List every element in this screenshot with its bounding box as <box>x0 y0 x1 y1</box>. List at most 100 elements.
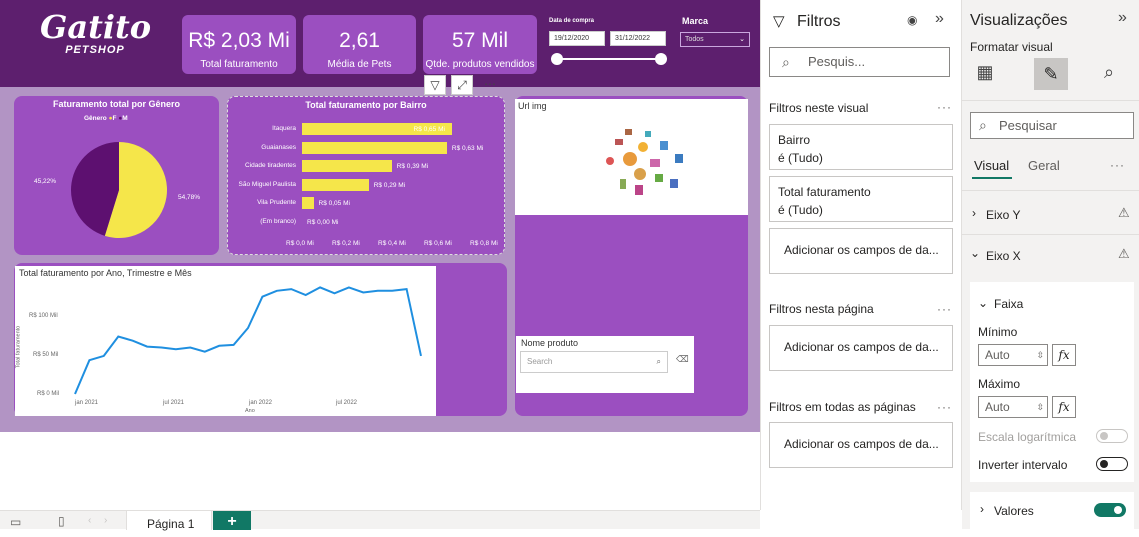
chevron-down-icon[interactable]: ⌄ <box>978 296 988 310</box>
product-slicer-title: Nome produto <box>521 338 579 348</box>
build-visual-icon[interactable]: ▦ <box>972 62 998 88</box>
collapse-filters-icon[interactable]: » <box>935 10 944 28</box>
more-options-icon[interactable]: ··· <box>937 100 952 114</box>
date-start-input[interactable]: 19/12/2020 <box>549 31 605 46</box>
toggle-knob <box>1114 506 1122 514</box>
all-pages-filters-heading: Filtros em todas as páginas <box>769 400 916 414</box>
date-end-input[interactable]: 31/12/2022 <box>610 31 666 46</box>
eraser-icon[interactable]: ⌫ <box>676 354 689 365</box>
add-visual-filter-dropzone[interactable]: Adicionar os campos de da... <box>769 228 953 274</box>
bar-title: Total faturamento por Bairro <box>305 100 427 110</box>
collapse-viz-icon[interactable]: » <box>1118 9 1127 27</box>
active-tab-underline <box>972 177 1012 179</box>
bar-category-label: Cidade tiradentes <box>245 162 296 169</box>
logo: Gatito PETSHOP <box>40 8 152 78</box>
product-search-input[interactable]: Search ⌕ <box>520 351 668 373</box>
pie-legend: Gênero ●F ●M <box>84 115 128 122</box>
x-tick: R$ 0,2 Mi <box>332 240 360 247</box>
kpi-card-pets[interactable]: 2,61 Média de Pets <box>303 15 416 74</box>
legend-m: M <box>122 115 128 122</box>
page-filters-heading: Filtros nesta página <box>769 302 874 316</box>
prev-page-icon[interactable]: ‹ <box>88 515 91 526</box>
section-eixo-x[interactable]: ⌄ Eixo X ⚠ <box>962 237 1139 273</box>
bar-data-label: R$ 0,65 Mi <box>413 126 445 133</box>
pie-title: Faturamento total por Gênero <box>52 99 180 109</box>
filter-field-name: Total faturamento <box>778 185 871 199</box>
bar[interactable] <box>302 160 392 172</box>
date-slicer-label: Data de compra <box>549 18 595 24</box>
filter-card-bairro[interactable]: Bairro é (Tudo) <box>769 124 953 170</box>
chevron-down-icon: ⌄ <box>970 246 981 260</box>
bar[interactable] <box>302 178 369 191</box>
filter-icon[interactable]: ▽ <box>424 75 446 95</box>
filter-pane-icon: ▽ <box>773 13 785 30</box>
legend-title: Gênero <box>84 115 107 122</box>
more-options-icon[interactable]: ··· <box>1110 158 1125 172</box>
next-page-icon[interactable]: › <box>104 515 107 526</box>
search-placeholder: Search <box>527 357 553 366</box>
section-eixo-y[interactable]: › Eixo Y ⚠ <box>962 196 1139 232</box>
add-all-pages-filter-dropzone[interactable]: Adicionar os campos de da... <box>769 422 953 468</box>
viz-search-input[interactable]: Pesquisar ⌕ <box>970 112 1134 139</box>
spinner-icon[interactable]: ⇳ <box>1036 345 1044 365</box>
kpi-value: 57 Mil <box>451 29 509 52</box>
pie-chart-panel[interactable]: Faturamento total por Gênero Gênero ●F ●… <box>14 96 219 255</box>
format-visual-icon[interactable]: ✎ <box>1034 58 1068 90</box>
more-options-icon[interactable]: ··· <box>937 400 952 414</box>
x-tick: R$ 0,0 Mi <box>286 240 314 247</box>
divider <box>962 190 1139 191</box>
kpi-card-products[interactable]: 57 Mil Qtde. produtos vendidos <box>423 15 537 74</box>
line-chart-visual[interactable]: Total faturamento por Ano, Trimestre e M… <box>15 266 436 416</box>
add-page-filter-dropzone[interactable]: Adicionar os campos de da... <box>769 325 953 371</box>
log-scale-label: Escala logarítmica <box>978 430 1077 444</box>
search-icon: ⌕ <box>979 117 987 133</box>
tab-general[interactable]: Geral <box>1028 158 1060 173</box>
legend-f: F <box>112 115 117 122</box>
bar-chart-panel[interactable]: Total faturamento por Bairro Itaquera R$ … <box>227 96 505 255</box>
filter-field-name: Bairro <box>778 133 811 147</box>
url-img-title: Url img <box>518 101 547 111</box>
valores-toggle[interactable] <box>1094 503 1126 517</box>
invert-toggle[interactable] <box>1096 457 1128 471</box>
tab-pagina-1[interactable]: Página 1 <box>126 511 212 531</box>
visual-filters-heading: Filtros neste visual <box>769 101 869 115</box>
divider <box>962 234 1139 235</box>
add-fields-text: Adicionar os campos de da... <box>784 243 939 257</box>
url-image-visual[interactable]: Url img <box>515 99 748 215</box>
tab-visual[interactable]: Visual <box>974 158 1009 173</box>
bar[interactable] <box>302 141 447 154</box>
invert-label: Inverter intervalo <box>978 458 1068 472</box>
brand-dropdown[interactable]: Todos ⌄ <box>680 32 750 47</box>
x-tick: R$ 0,4 Mi <box>378 240 406 247</box>
bar[interactable] <box>302 197 314 209</box>
date-slider-end-handle[interactable] <box>655 53 667 65</box>
desktop-layout-icon[interactable]: ▭ <box>10 515 21 529</box>
filters-search-input[interactable]: Pesquis... ⌕ <box>769 47 950 77</box>
spinner-icon[interactable]: ⇳ <box>1036 397 1044 417</box>
section-valores[interactable]: › Valores <box>970 492 1134 529</box>
focus-mode-icon[interactable]: ⤢ <box>451 75 473 95</box>
kpi-card-revenue[interactable]: R$ 2,03 Mi Total faturamento <box>182 15 296 74</box>
add-page-button[interactable]: + <box>213 511 251 530</box>
more-options-icon[interactable]: ··· <box>937 302 952 316</box>
min-input[interactable]: Auto ⇳ <box>978 344 1048 366</box>
log-scale-toggle[interactable] <box>1096 429 1128 443</box>
mobile-layout-icon[interactable]: ▯ <box>58 514 65 528</box>
add-fields-text: Adicionar os campos de da... <box>784 437 939 451</box>
brand-dropdown-value: Todos <box>685 36 704 43</box>
logo-name: Gatito <box>40 8 152 46</box>
min-fx-button[interactable]: fx <box>1052 344 1076 366</box>
filter-card-total-faturamento[interactable]: Total faturamento é (Tudo) <box>769 176 953 222</box>
max-fx-button[interactable]: fx <box>1052 396 1076 418</box>
search-icon: ⌕ <box>656 357 661 366</box>
chevron-right-icon: › <box>972 206 976 220</box>
date-slider-start-handle[interactable] <box>551 53 563 65</box>
analytics-icon[interactable]: ⌕ <box>1104 62 1114 83</box>
max-input[interactable]: Auto ⇳ <box>978 396 1048 418</box>
eye-icon[interactable]: ◉ <box>907 13 917 27</box>
bar-category-label: Vila Prudente <box>257 199 296 206</box>
more-options-icon[interactable]: ⋯ <box>479 75 501 95</box>
pie-chart <box>70 142 167 238</box>
date-slider-track[interactable] <box>556 58 662 60</box>
pie-data-label-m: 45,22% <box>34 178 57 185</box>
